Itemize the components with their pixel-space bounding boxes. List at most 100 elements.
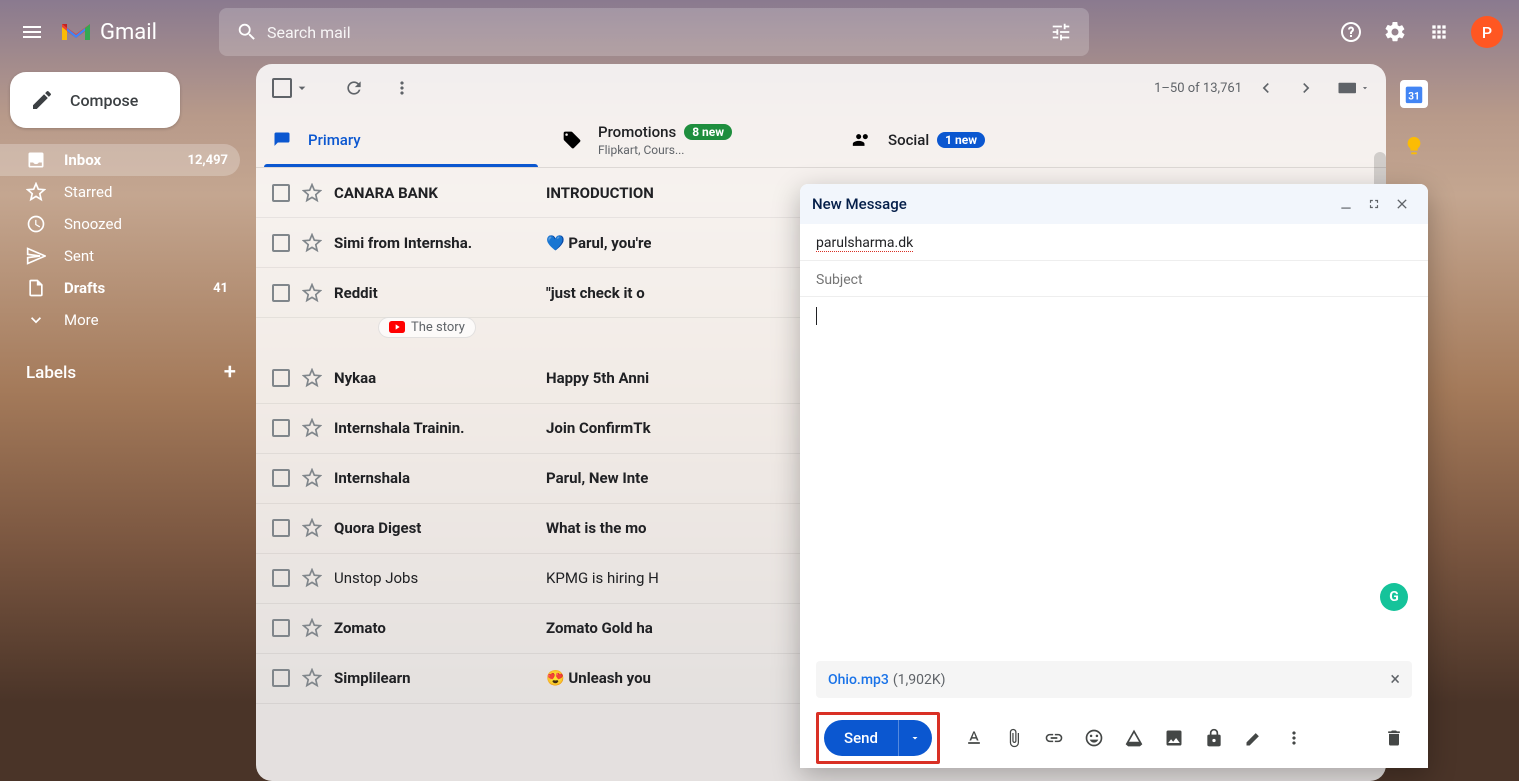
send-button[interactable]: Send	[824, 720, 898, 756]
emoji-icon[interactable]	[1076, 720, 1112, 756]
labels-header: Labels	[26, 363, 76, 383]
social-badge: 1 new	[937, 132, 985, 148]
mail-subject: Join ConfirmTk	[546, 419, 651, 437]
mail-checkbox[interactable]	[272, 619, 290, 637]
link-icon[interactable]	[1036, 720, 1072, 756]
star-icon[interactable]	[302, 368, 322, 388]
subject-field[interactable]	[816, 272, 1412, 288]
youtube-chip[interactable]: The story	[378, 317, 476, 338]
drive-icon[interactable]	[1116, 720, 1152, 756]
mail-subject: KPMG is hiring H	[546, 569, 659, 587]
star-icon[interactable]	[302, 468, 322, 488]
format-icon[interactable]	[956, 720, 992, 756]
mail-checkbox[interactable]	[272, 284, 290, 302]
compose-window: New Message parulsharma.dk G Ohio.mp3 (1…	[800, 184, 1428, 768]
tab-primary-label: Primary	[308, 131, 361, 149]
star-icon[interactable]	[302, 283, 322, 303]
mail-checkbox[interactable]	[272, 469, 290, 487]
mail-sender: Simi from Internsha.	[334, 234, 534, 252]
star-icon[interactable]	[302, 668, 322, 688]
next-page-icon[interactable]	[1290, 72, 1322, 104]
calendar-icon[interactable]: 31	[1400, 80, 1428, 108]
gmail-logo[interactable]: Gmail	[60, 20, 157, 45]
mail-sender: Simplilearn	[334, 669, 534, 687]
image-icon[interactable]	[1156, 720, 1192, 756]
settings-icon[interactable]	[1375, 12, 1415, 52]
compose-button[interactable]: Compose	[10, 72, 180, 128]
select-all-checkbox[interactable]	[272, 78, 310, 98]
keep-icon[interactable]	[1400, 132, 1428, 160]
minimize-icon[interactable]	[1332, 190, 1360, 218]
mail-subject: Happy 5th Anni	[546, 369, 649, 387]
star-icon[interactable]	[302, 518, 322, 538]
grammarly-icon[interactable]: G	[1380, 583, 1408, 611]
mail-checkbox[interactable]	[272, 669, 290, 687]
refresh-icon[interactable]	[334, 68, 374, 108]
mail-checkbox[interactable]	[272, 234, 290, 252]
attachment-size: (1,902K)	[893, 672, 946, 688]
tab-promotions[interactable]: Promotions8 new Flipkart, Cours...	[546, 112, 836, 167]
promotions-badge: 8 new	[684, 124, 732, 140]
more-icon[interactable]	[382, 68, 422, 108]
mail-subject: 💙 Parul, you're	[546, 234, 651, 252]
account-avatar[interactable]: P	[1471, 16, 1503, 48]
search-options-icon[interactable]	[1041, 12, 1081, 52]
star-icon[interactable]	[302, 618, 322, 638]
star-icon[interactable]	[302, 418, 322, 438]
sidebar-item-drafts[interactable]: Drafts41	[0, 272, 240, 304]
mail-checkbox[interactable]	[272, 369, 290, 387]
search-input[interactable]	[267, 23, 1041, 42]
search-bar	[219, 8, 1089, 56]
brand-text: Gmail	[100, 20, 157, 45]
mail-subject: What is the mo	[546, 519, 647, 537]
mail-subject: Zomato Gold ha	[546, 619, 653, 637]
apps-icon[interactable]	[1419, 12, 1459, 52]
sidebar-item-more[interactable]: More	[0, 304, 240, 336]
sidebar-item-inbox[interactable]: Inbox12,497	[0, 144, 240, 176]
support-icon[interactable]	[1331, 12, 1371, 52]
mail-checkbox[interactable]	[272, 519, 290, 537]
sidebar-item-starred[interactable]: Starred	[0, 176, 240, 208]
mail-sender: Internshala Trainin.	[334, 419, 534, 437]
tab-primary[interactable]: Primary	[256, 112, 546, 167]
main-menu-button[interactable]	[8, 8, 56, 56]
fullscreen-icon[interactable]	[1360, 190, 1388, 218]
mail-subject: "just check it o	[546, 284, 645, 302]
tab-social[interactable]: Social1 new	[836, 112, 1126, 167]
mail-checkbox[interactable]	[272, 419, 290, 437]
close-icon[interactable]	[1388, 190, 1416, 218]
mail-subject: Parul, New Inte	[546, 469, 648, 487]
mail-sender: Zomato	[334, 619, 534, 637]
tab-promotions-label: Promotions	[598, 123, 676, 141]
star-icon[interactable]	[302, 233, 322, 253]
more-options-icon[interactable]	[1276, 720, 1312, 756]
confidential-icon[interactable]	[1196, 720, 1232, 756]
discard-icon[interactable]	[1376, 720, 1412, 756]
remove-attachment-icon[interactable]: ×	[1390, 669, 1400, 690]
pagination-text: 1–50 of 13,761	[1154, 81, 1242, 96]
star-icon[interactable]	[302, 183, 322, 203]
mail-sender: Unstop Jobs	[334, 569, 534, 587]
to-field[interactable]: parulsharma.dk	[816, 235, 913, 252]
signature-icon[interactable]	[1236, 720, 1272, 756]
compose-body[interactable]: G	[800, 297, 1428, 661]
add-label-icon[interactable]: +	[224, 360, 236, 385]
prev-page-icon[interactable]	[1250, 72, 1282, 104]
compose-label: Compose	[70, 91, 138, 110]
sidebar-item-snoozed[interactable]: Snoozed	[0, 208, 240, 240]
attachment-chip[interactable]: Ohio.mp3 (1,902K) ×	[816, 661, 1412, 698]
mail-sender: Internshala	[334, 469, 534, 487]
mail-sender: Nykaa	[334, 369, 534, 387]
mail-checkbox[interactable]	[272, 184, 290, 202]
mail-sender: Quora Digest	[334, 519, 534, 537]
mail-checkbox[interactable]	[272, 569, 290, 587]
search-icon[interactable]	[227, 12, 267, 52]
sidebar-item-sent[interactable]: Sent	[0, 240, 240, 272]
attach-icon[interactable]	[996, 720, 1032, 756]
svg-text:31: 31	[1408, 92, 1420, 103]
mail-sender: CANARA BANK	[334, 184, 534, 202]
mail-sender: Reddit	[334, 284, 534, 302]
input-tools-icon[interactable]	[1338, 72, 1370, 104]
send-options-button[interactable]	[898, 720, 932, 756]
star-icon[interactable]	[302, 568, 322, 588]
